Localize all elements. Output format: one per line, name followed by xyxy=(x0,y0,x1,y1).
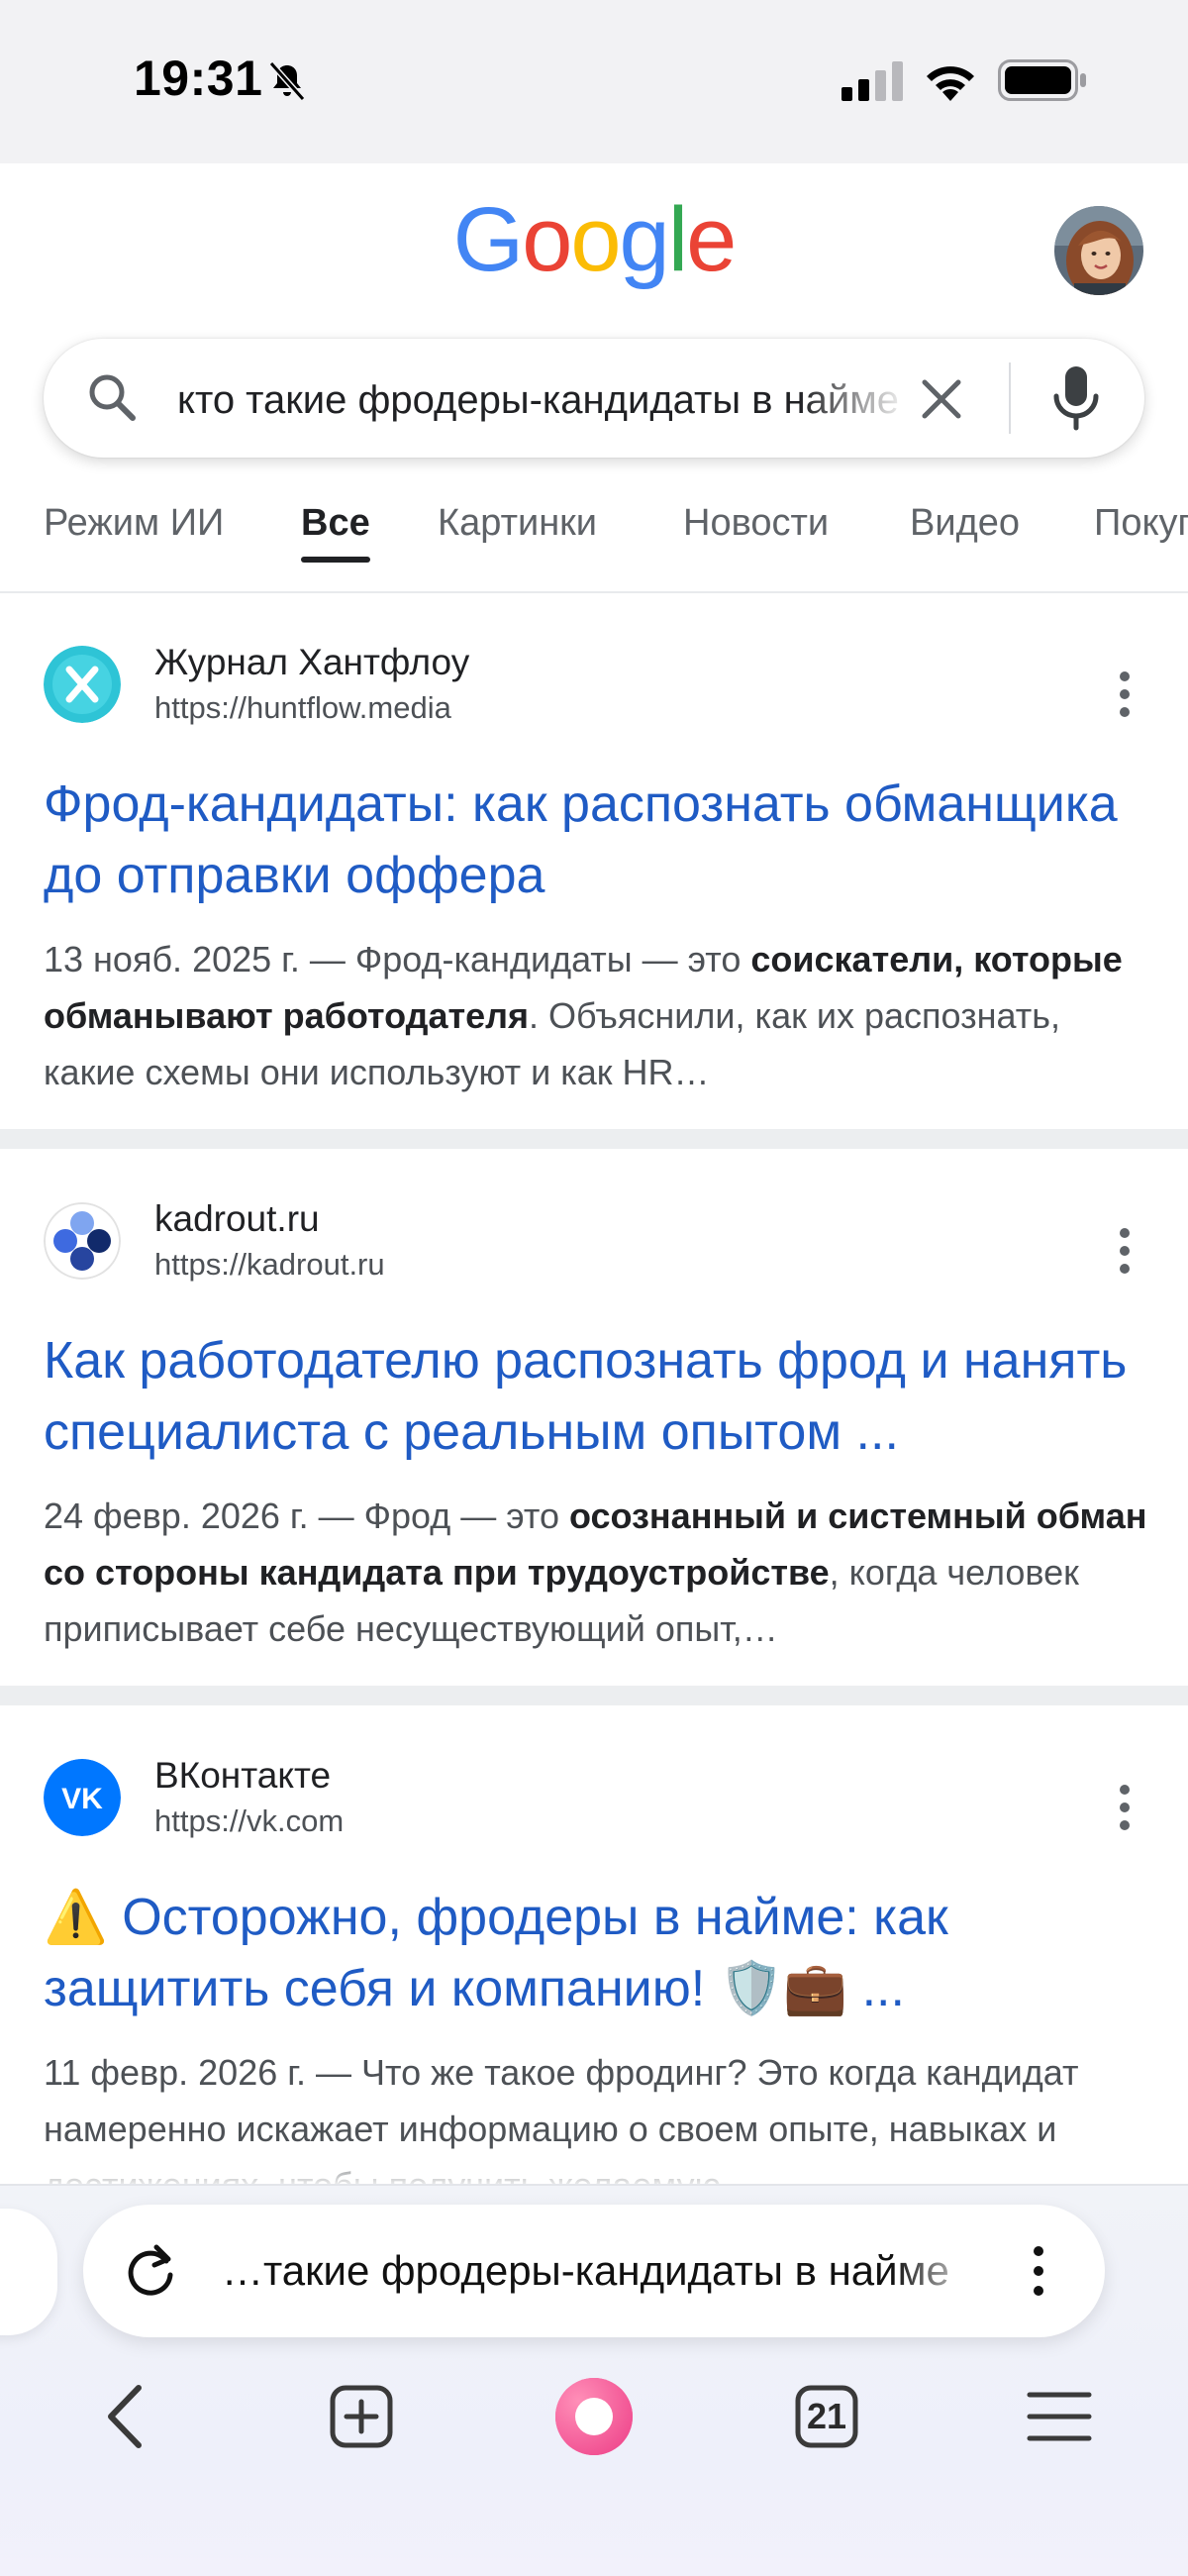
back-arrow-icon xyxy=(108,2385,142,2448)
address-bar[interactable]: …такие фродеры-кандидаты в найме xyxy=(83,2205,1105,2337)
tab-all[interactable]: Все xyxy=(301,495,370,563)
address-more-icon[interactable] xyxy=(1024,2242,1053,2300)
search-input[interactable]: кто такие фродеры-кандидаты в найме xyxy=(177,372,910,428)
kadrout-favicon-icon[interactable] xyxy=(44,1202,121,1280)
address-text[interactable]: …такие фродеры-кандидаты в найме xyxy=(222,2242,984,2300)
result-snippet: 24 февр. 2026 г. — Фрод — это осознанный… xyxy=(44,1495,1147,1649)
status-time: 19:31 xyxy=(134,51,263,106)
tab-ai-mode[interactable]: Режим ИИ xyxy=(44,495,224,551)
result-site-name[interactable]: Журнал Хантфлоу xyxy=(154,640,469,685)
content-fade xyxy=(0,2149,1188,2189)
result-title-link[interactable]: Фрод-кандидаты: как распознать обманщика… xyxy=(44,769,1152,911)
search-divider xyxy=(1009,362,1011,434)
plus-square-icon xyxy=(330,2385,393,2448)
tabs-count-icon: 21 xyxy=(794,2384,859,2449)
svg-text:VK: VK xyxy=(61,1783,103,1815)
result-title-link[interactable]: Как работодателю распознать фрод и нанят… xyxy=(44,1325,1152,1468)
search-box[interactable]: кто такие фродеры-кандидаты в найме xyxy=(44,339,1144,458)
tab-active-indicator xyxy=(301,557,370,563)
tab-news[interactable]: Новости xyxy=(683,495,829,551)
result-url[interactable]: https://huntflow.media xyxy=(154,688,451,728)
warning-icon: ⚠️ xyxy=(44,1889,108,1946)
tab-images[interactable]: Картинки xyxy=(438,495,597,551)
battery-icon xyxy=(998,59,1086,101)
huntflow-favicon-icon[interactable] xyxy=(44,646,121,723)
search-icon[interactable] xyxy=(83,368,141,426)
more-options-icon[interactable] xyxy=(1109,1782,1140,1833)
google-logo[interactable]: Google xyxy=(0,194,1188,285)
tab-video[interactable]: Видео xyxy=(910,495,1020,551)
result-site-name[interactable]: kadrout.ru xyxy=(154,1196,320,1242)
bell-muted-icon xyxy=(268,61,306,101)
result-title-link[interactable]: ⚠️ Осторожно, фродеры в найме: как защит… xyxy=(44,1882,1152,2024)
result-separator xyxy=(0,1129,1188,1149)
result-separator xyxy=(0,1686,1188,1705)
tab-shopping[interactable]: Покупки xyxy=(1094,495,1188,551)
result-url[interactable]: https://kadrout.ru xyxy=(154,1245,385,1285)
bottom-navigation: 21 xyxy=(0,2357,1188,2476)
clear-icon[interactable] xyxy=(917,374,966,424)
more-options-icon[interactable] xyxy=(1109,669,1140,720)
microphone-icon[interactable] xyxy=(1051,364,1101,432)
tabs-divider xyxy=(0,591,1188,593)
hamburger-menu-icon xyxy=(1027,2392,1092,2441)
result-url[interactable]: https://vk.com xyxy=(154,1802,344,1841)
avatar[interactable] xyxy=(1054,206,1143,295)
avatar-photo-icon xyxy=(1054,206,1143,295)
reload-icon[interactable] xyxy=(121,2241,180,2301)
result-site-name[interactable]: ВКонтакте xyxy=(154,1753,331,1799)
alice-icon xyxy=(555,2378,633,2455)
result-snippet: 13 нояб. 2025 г. — Фрод-кандидаты — это … xyxy=(44,939,1123,1092)
tab-count: 21 xyxy=(806,2396,847,2436)
browser-page: 19:31 Google кто такие фродеры-кандидаты… xyxy=(0,0,1188,2576)
new-tab-button[interactable] xyxy=(307,2357,416,2476)
back-button[interactable] xyxy=(71,2357,180,2476)
status-bar: 19:31 xyxy=(0,0,1188,163)
tab-all-label: Все xyxy=(301,502,370,544)
menu-button[interactable] xyxy=(1005,2357,1114,2476)
alice-assistant-button[interactable] xyxy=(540,2357,648,2476)
more-options-icon[interactable] xyxy=(1109,1225,1140,1277)
vk-favicon-icon[interactable]: VK xyxy=(44,1759,121,1836)
cellular-signal-icon xyxy=(842,61,903,101)
tabs-button[interactable]: 21 xyxy=(772,2357,881,2476)
wifi-icon xyxy=(927,66,974,101)
